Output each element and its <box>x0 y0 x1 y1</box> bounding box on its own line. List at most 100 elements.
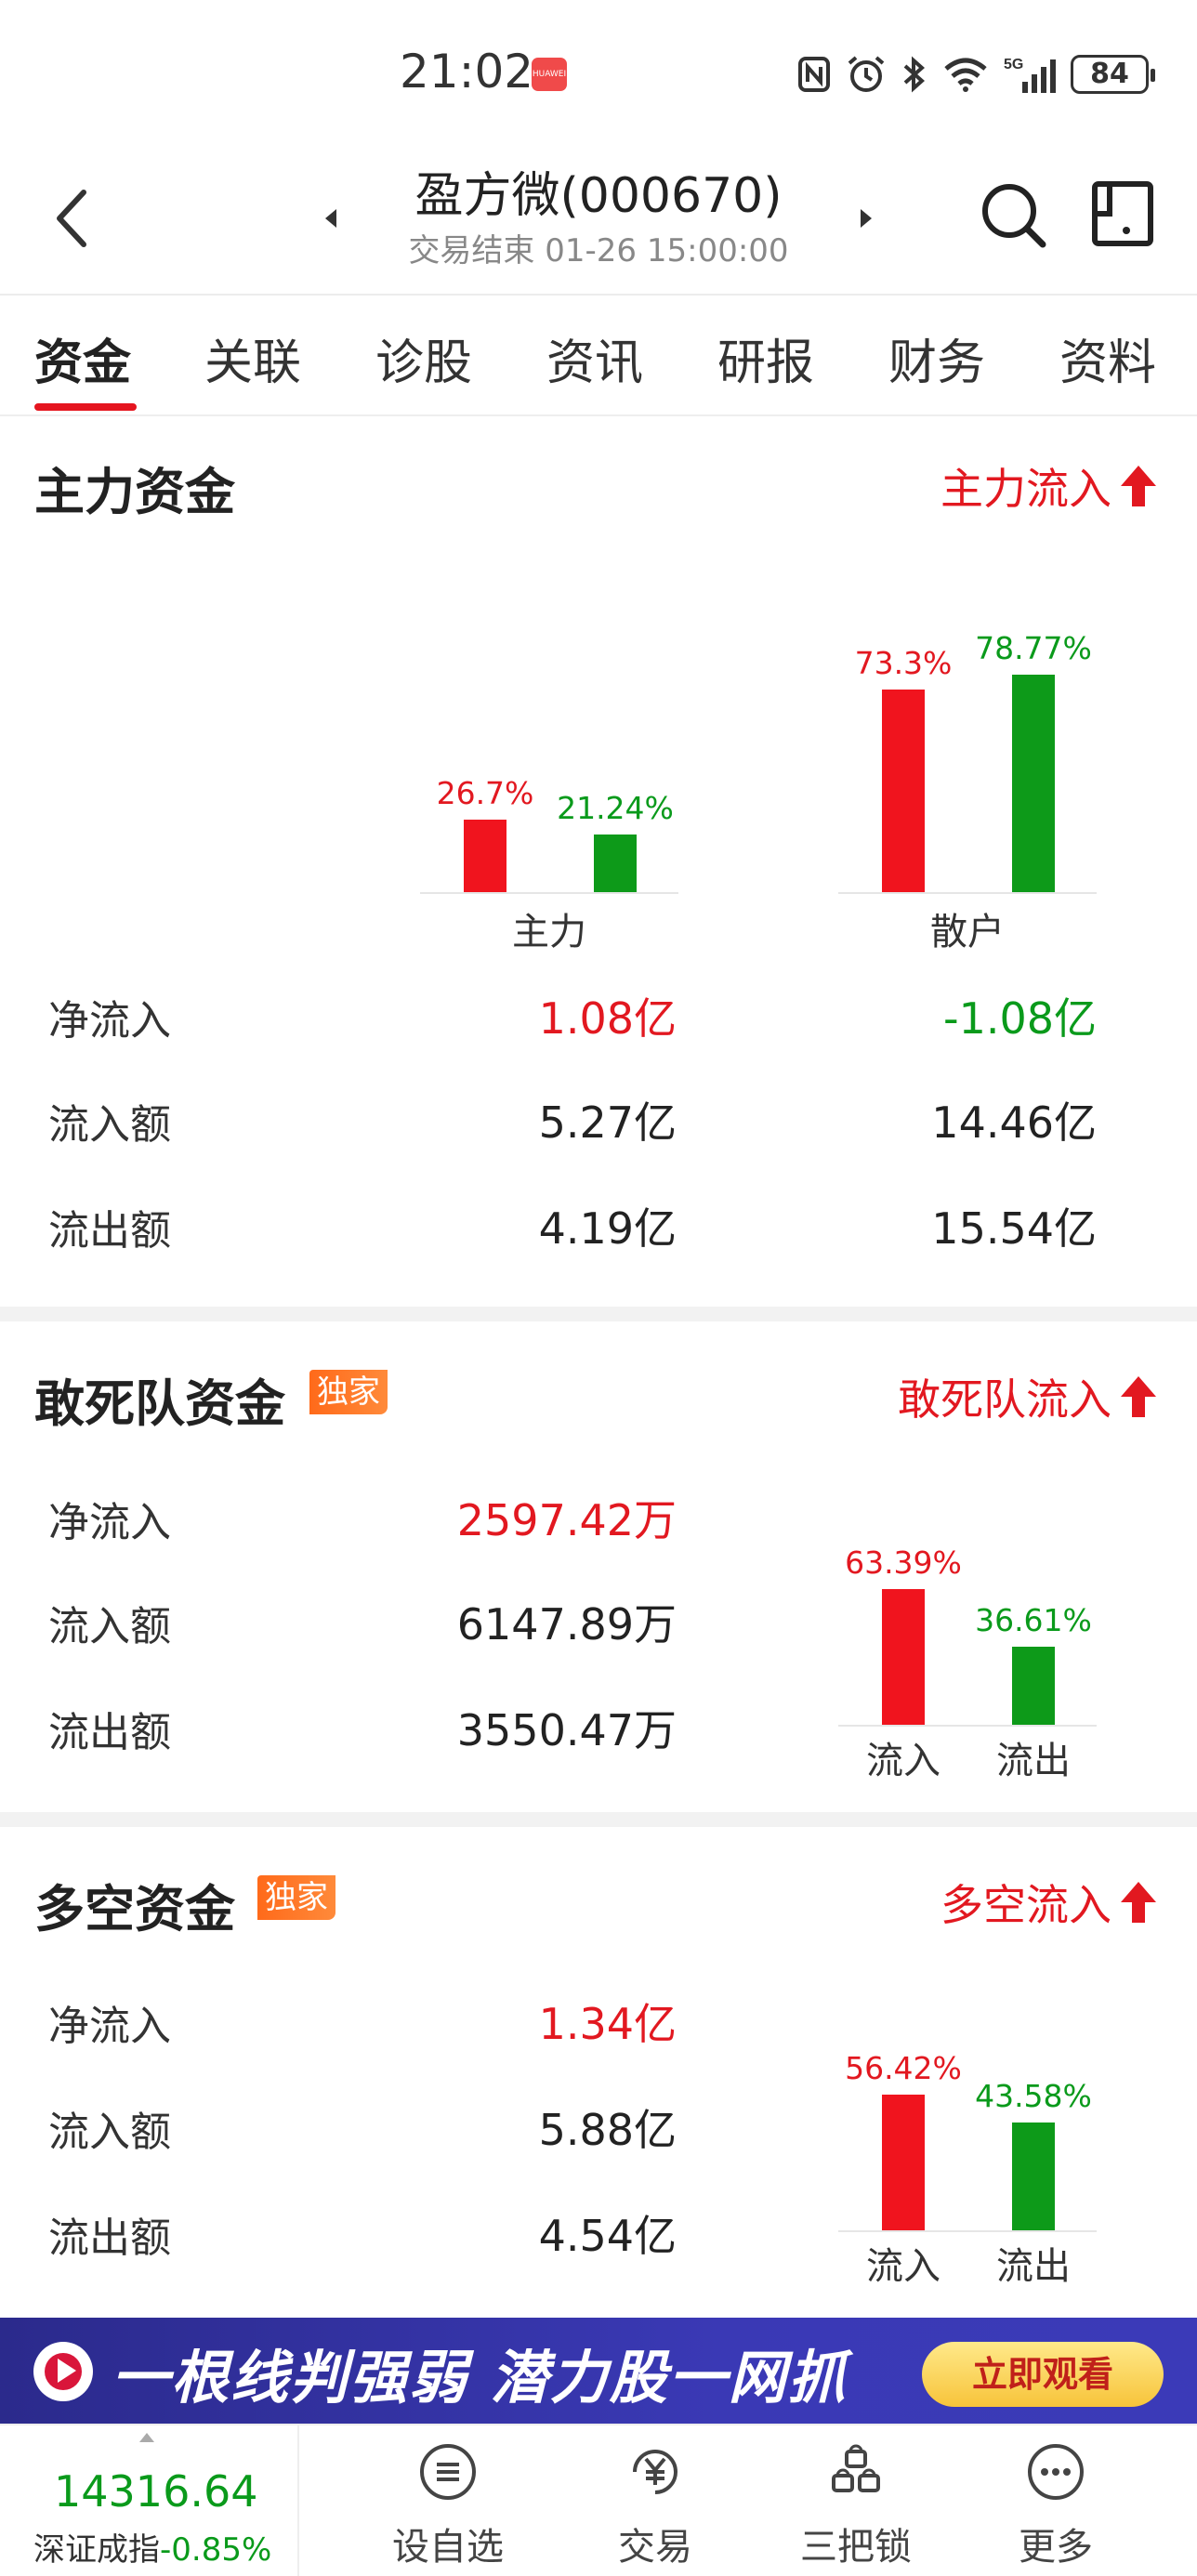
daredevil-out-label: 流出 <box>996 1740 1071 1782</box>
nav-watchlist-label: 设自选 <box>392 2526 504 2569</box>
net-inflow-label: 净流入 <box>48 997 171 1045</box>
status-icons: 5G 84 <box>797 52 1155 97</box>
main-baseline <box>420 892 678 894</box>
longshort-out-bar <box>1012 2123 1055 2230</box>
daredevil-out-bar <box>1012 1647 1055 1725</box>
main-fund-inflow-link[interactable]: 主力流入 <box>940 455 1158 517</box>
battery-indicator: 84 <box>1071 55 1155 94</box>
outflow-amount-label: 流出额 <box>48 1207 171 1255</box>
stock-title: 盈方微(000670) <box>414 168 783 224</box>
active-tab-indicator <box>34 403 137 411</box>
longshort-net-inflow: 1.34亿 <box>538 1999 677 2049</box>
daredevil-out-pct: 36.61% <box>975 1602 1092 1638</box>
inflow-amount-label: 流入额 <box>48 2109 171 2156</box>
tab-related[interactable]: 关联 <box>204 323 301 393</box>
main-fund-title: 主力资金 <box>34 463 235 521</box>
longshort-out-label: 流出 <box>996 2245 1071 2288</box>
nav-trade-label: 交易 <box>618 2526 692 2569</box>
retail-in-pct: 73.3% <box>854 645 953 681</box>
next-arrow-icon[interactable] <box>853 195 881 242</box>
main-outflow-amount: 4.19亿 <box>538 1203 677 1254</box>
main-net-inflow: 1.08亿 <box>538 993 677 1044</box>
longshort-inflow-label: 多空流入 <box>940 1880 1112 1930</box>
inflow-amount-label: 流入额 <box>48 1101 171 1149</box>
daredevil-inflow-label: 敢死队流入 <box>898 1374 1112 1425</box>
section-divider <box>0 1307 1197 1321</box>
retail-outflow-amount: 15.54亿 <box>931 1203 1097 1254</box>
banner-text: 一根线判强弱 潜力股一网抓 <box>112 2344 848 2412</box>
locks-icon <box>832 2444 880 2492</box>
menu-list-icon <box>420 2444 476 2500</box>
nav-more[interactable]: 更多 <box>963 2425 1149 2576</box>
exclusive-badge: 独家 <box>257 1875 335 1920</box>
search-icon[interactable] <box>976 172 1050 256</box>
longshort-inflow-link[interactable]: 多空流入 <box>940 1872 1158 1933</box>
play-triangle-icon <box>58 2359 76 2383</box>
longshort-outflow-amount: 4.54亿 <box>538 2211 677 2261</box>
tab-bar: 资金 关联 诊股 资讯 研报 财务 资料 <box>0 296 1197 416</box>
main-bar-label: 主力 <box>512 911 586 953</box>
promo-banner[interactable]: 一根线判强弱 潜力股一网抓 立即观看 <box>0 2318 1197 2424</box>
nav-more-label: 更多 <box>1019 2526 1093 2569</box>
bottom-nav: 14316.64 深证成指-0.85% 设自选 交易 三把锁 更多 <box>0 2424 1197 2576</box>
wifi-icon <box>944 58 987 92</box>
main-in-pct: 26.7% <box>436 775 534 811</box>
longshort-in-pct: 56.42% <box>845 2050 962 2086</box>
section-divider <box>0 1812 1197 1827</box>
retail-inflow-amount: 14.46亿 <box>931 1097 1097 1148</box>
longshort-in-label: 流入 <box>866 2245 940 2288</box>
tab-fund[interactable]: 资金 <box>34 323 131 393</box>
nav-three-locks[interactable]: 三把锁 <box>763 2425 949 2576</box>
main-fund-inflow-label: 主力流入 <box>940 464 1112 514</box>
signal-5g-icon: 5G <box>1004 57 1056 93</box>
up-arrow-icon <box>1121 1882 1156 1923</box>
daredevil-title: 敢死队资金 <box>34 1374 285 1433</box>
net-inflow-label: 净流入 <box>48 1499 171 1546</box>
main-in-bar <box>464 820 506 892</box>
svg-text:5G: 5G <box>1004 57 1023 72</box>
nav-trade[interactable]: 交易 <box>562 2425 748 2576</box>
up-arrow-icon <box>1121 1376 1156 1417</box>
retail-baseline <box>838 892 1097 894</box>
retail-in-bar <box>882 690 925 892</box>
tab-research[interactable]: 研报 <box>717 323 814 393</box>
retail-out-bar <box>1012 675 1055 892</box>
daredevil-baseline <box>838 1725 1097 1727</box>
daredevil-outflow-amount: 3550.47万 <box>456 1705 677 1755</box>
bluetooth-icon <box>903 56 926 93</box>
index-ticker[interactable]: 14316.64 深证成指-0.85% <box>0 2425 299 2576</box>
tab-profile[interactable]: 资料 <box>1059 323 1156 393</box>
watch-now-button[interactable]: 立即观看 <box>922 2342 1164 2407</box>
back-icon[interactable] <box>46 181 102 256</box>
nav-watchlist[interactable]: 设自选 <box>355 2425 541 2576</box>
daredevil-net-inflow: 2597.42万 <box>456 1495 677 1545</box>
expand-caret-icon <box>139 2433 154 2442</box>
longshort-title: 多空资金 <box>34 1880 235 1939</box>
more-icon <box>1028 2444 1084 2500</box>
index-name: 深证成指 <box>33 2531 160 2569</box>
longshort-inflow-amount: 5.88亿 <box>538 2105 677 2155</box>
layout-icon[interactable] <box>1089 177 1156 251</box>
yuan-icon <box>633 2450 677 2494</box>
main-out-bar <box>594 835 637 892</box>
daredevil-inflow-amount: 6147.89万 <box>456 1599 677 1649</box>
longshort-out-pct: 43.58% <box>975 2078 1092 2114</box>
huawei-app-icon: HUAWEI <box>532 58 567 91</box>
outflow-amount-label: 流出额 <box>48 2215 171 2262</box>
longshort-in-bar <box>882 2095 925 2230</box>
tab-diagnosis[interactable]: 诊股 <box>375 323 472 393</box>
outflow-amount-label: 流出额 <box>48 1709 171 1756</box>
status-bar: 21:02 HUAWEI 5G 84 <box>0 0 1197 139</box>
daredevil-inflow-link[interactable]: 敢死队流入 <box>898 1366 1158 1427</box>
status-time: 21:02 <box>400 45 534 99</box>
retail-bar-label: 散户 <box>930 911 1005 953</box>
stock-header: 盈方微(000670) 交易结束 01-26 15:00:00 <box>0 139 1197 296</box>
index-value: 14316.64 <box>54 2466 258 2517</box>
tab-news[interactable]: 资讯 <box>546 323 643 393</box>
alarm-icon <box>848 56 885 92</box>
daredevil-in-bar <box>882 1589 925 1725</box>
tab-finance[interactable]: 财务 <box>888 323 985 393</box>
retail-net-inflow: -1.08亿 <box>942 993 1097 1044</box>
prev-arrow-icon[interactable] <box>316 195 344 242</box>
index-change: -0.85% <box>160 2531 272 2569</box>
